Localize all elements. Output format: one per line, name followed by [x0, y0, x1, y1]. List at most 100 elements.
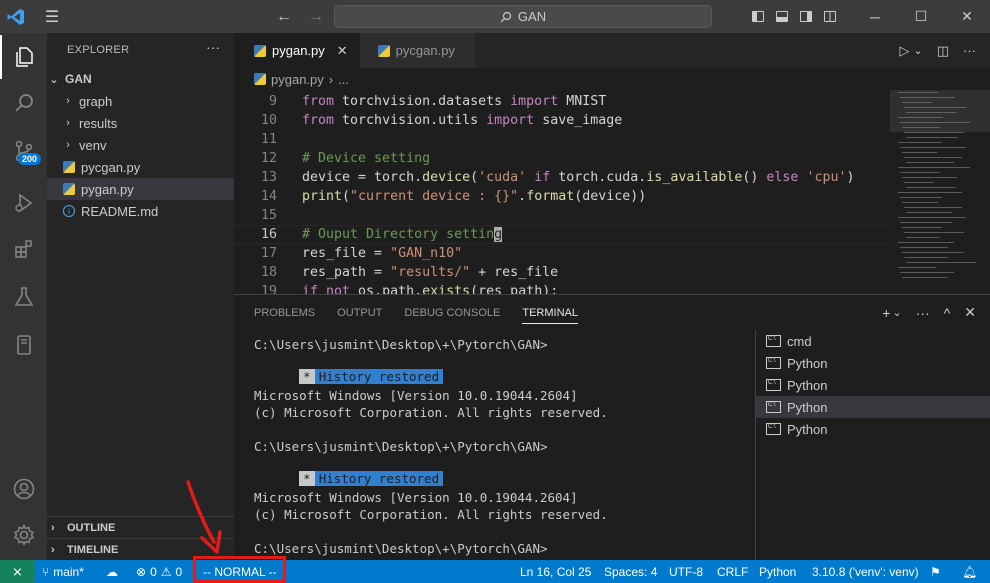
- tab-debug-console[interactable]: DEBUG CONSOLE: [404, 307, 500, 319]
- extensions-icon[interactable]: [0, 227, 47, 271]
- line-number: 12: [260, 151, 277, 166]
- terminal-copyright: (c) Microsoft Corporation. All rights re…: [254, 507, 608, 522]
- feedback-icon[interactable]: ⚑: [930, 560, 941, 583]
- toggle-sidebar-icon[interactable]: [746, 0, 770, 33]
- bottom-panel: PROBLEMS OUTPUT DEBUG CONSOLE TERMINAL +…: [234, 294, 990, 561]
- encoding[interactable]: UTF-8: [669, 560, 703, 583]
- search-icon[interactable]: [0, 81, 47, 125]
- chevron-down-icon[interactable]: ⌄: [892, 306, 901, 319]
- minimap-line: [904, 157, 962, 158]
- tree-item-pygan[interactable]: pygan.py: [47, 178, 234, 200]
- minimap-line: [900, 197, 942, 198]
- breadcrumb-file[interactable]: pygan.py: [271, 72, 324, 87]
- tree-item-venv[interactable]: › venv: [47, 134, 234, 156]
- terminal-instance-cmd[interactable]: C:\ cmd: [756, 330, 990, 352]
- terminal-icon: C:\: [766, 401, 781, 413]
- tree-item-label: venv: [79, 137, 107, 153]
- terminal-version: Microsoft Windows [Version 10.0.19044.26…: [254, 388, 578, 403]
- chevron-down-icon[interactable]: ⌄: [913, 44, 922, 57]
- source-control-icon[interactable]: [0, 129, 47, 173]
- notifications-bell-icon[interactable]: 🔔︎: [962, 560, 977, 583]
- red-arrow-icon: [186, 480, 222, 554]
- line-number: 10: [260, 113, 277, 128]
- manage-gear-icon[interactable]: [0, 513, 47, 557]
- minimap-line: [906, 212, 952, 213]
- forward-icon[interactable]: →: [308, 8, 324, 26]
- minimap[interactable]: [890, 90, 990, 294]
- more-actions-icon[interactable]: ···: [916, 305, 930, 321]
- minimap-line: [900, 172, 940, 173]
- terminal-instance-python[interactable]: C:\ Python: [756, 418, 990, 440]
- maximize-button[interactable]: ☐: [898, 0, 944, 33]
- terminal-instance-python[interactable]: C:\ Python: [756, 352, 990, 374]
- tab-output[interactable]: OUTPUT: [337, 307, 382, 319]
- code-line: 17 res_file = "GAN_n10": [234, 244, 890, 263]
- split-editor-icon[interactable]: ◫: [937, 43, 949, 59]
- terminal-instance-python-selected[interactable]: C:\ Python: [756, 396, 990, 418]
- terminal-instance-python[interactable]: C:\ Python: [756, 374, 990, 396]
- minimap-line: [902, 127, 940, 128]
- tab-label: pycgan.py: [395, 43, 455, 58]
- minimap-line: [898, 167, 970, 168]
- sync-icon[interactable]: ☁: [106, 560, 118, 583]
- tab-terminal[interactable]: TERMINAL: [522, 307, 578, 324]
- run-python-file-icon[interactable]: ▷: [899, 43, 909, 59]
- run-debug-icon[interactable]: [0, 181, 47, 225]
- python-file-icon: [377, 44, 390, 57]
- command-center-search[interactable]: GAN: [334, 5, 712, 28]
- tab-problems[interactable]: PROBLEMS: [254, 307, 315, 319]
- language-mode[interactable]: Python: [759, 560, 796, 583]
- new-terminal-icon[interactable]: +: [882, 305, 890, 321]
- workspace-folder[interactable]: ⌄ GAN: [47, 68, 234, 90]
- minimap-line: [902, 152, 937, 153]
- tree-item-pycgan[interactable]: pycgan.py: [47, 156, 234, 178]
- close-tab-icon[interactable]: ✕: [337, 43, 348, 59]
- branch-label: main*: [53, 564, 84, 579]
- breadcrumb-symbol[interactable]: ...: [338, 72, 349, 87]
- code-line: 15: [234, 206, 890, 225]
- code-line: 9 from torchvision.datasets import MNIST: [234, 92, 890, 111]
- remote-explorer-icon[interactable]: [0, 323, 47, 367]
- remote-indicator-icon[interactable]: ⨯: [0, 560, 35, 583]
- minimize-button[interactable]: ─: [852, 0, 898, 33]
- title-bar: ☰ ← → GAN ─ ☐ ✕: [0, 0, 990, 33]
- line-number: 13: [260, 170, 277, 185]
- line-number: 16: [260, 227, 277, 242]
- chevron-right-icon: ›: [66, 139, 70, 151]
- back-icon[interactable]: ←: [276, 8, 292, 26]
- minimap-line: [904, 232, 964, 233]
- toggle-panel-icon[interactable]: [770, 0, 794, 33]
- status-bar: ⨯ ⑂ main* ☁ ⊗ 0 ⚠ 0 -- NORMAL -- Ln 16, …: [0, 560, 990, 583]
- close-window-button[interactable]: ✕: [944, 0, 990, 33]
- cursor-position[interactable]: Ln 16, Col 25: [520, 560, 591, 583]
- indentation[interactable]: Spaces: 4: [604, 560, 657, 583]
- customize-layout-icon[interactable]: [818, 0, 842, 33]
- line-number: 15: [260, 208, 277, 223]
- accounts-icon[interactable]: [0, 467, 47, 511]
- more-actions-icon[interactable]: ···: [963, 43, 976, 58]
- tree-item-graph[interactable]: › graph: [47, 90, 234, 112]
- minimap-line: [900, 97, 955, 98]
- end-of-line[interactable]: CRLF: [717, 560, 748, 583]
- toggle-secondary-sidebar-icon[interactable]: [794, 0, 818, 33]
- source-control-badge: 200: [18, 153, 42, 165]
- code-line: 19 if not os.path.exists(res_path):: [234, 282, 890, 294]
- problems-indicator[interactable]: ⊗ 0 ⚠ 0: [136, 560, 182, 583]
- tab-pygan[interactable]: pygan.py ✕: [234, 33, 360, 68]
- minimap-line: [904, 182, 934, 183]
- code-editor[interactable]: 9 from torchvision.datasets import MNIST…: [234, 90, 890, 294]
- maximize-panel-icon[interactable]: ^: [944, 305, 951, 321]
- close-panel-icon[interactable]: ✕: [964, 304, 976, 321]
- testing-flask-icon[interactable]: [0, 275, 47, 319]
- python-interpreter[interactable]: 3.10.8 ('venv': venv): [812, 560, 919, 583]
- git-branch[interactable]: ⑂ main*: [42, 560, 84, 583]
- code-line-current: 16 # Ouput Directory setting: [234, 225, 890, 244]
- tab-pycgan[interactable]: pycgan.py: [359, 33, 475, 68]
- line-number: 11: [260, 132, 277, 147]
- history-badge: * History restored: [254, 354, 444, 384]
- tree-item-readme[interactable]: i README.md: [47, 200, 234, 222]
- more-actions-icon[interactable]: ···: [206, 39, 220, 55]
- menu-icon[interactable]: ☰: [32, 0, 72, 33]
- tree-item-results[interactable]: › results: [47, 112, 234, 134]
- explorer-icon[interactable]: [0, 35, 47, 79]
